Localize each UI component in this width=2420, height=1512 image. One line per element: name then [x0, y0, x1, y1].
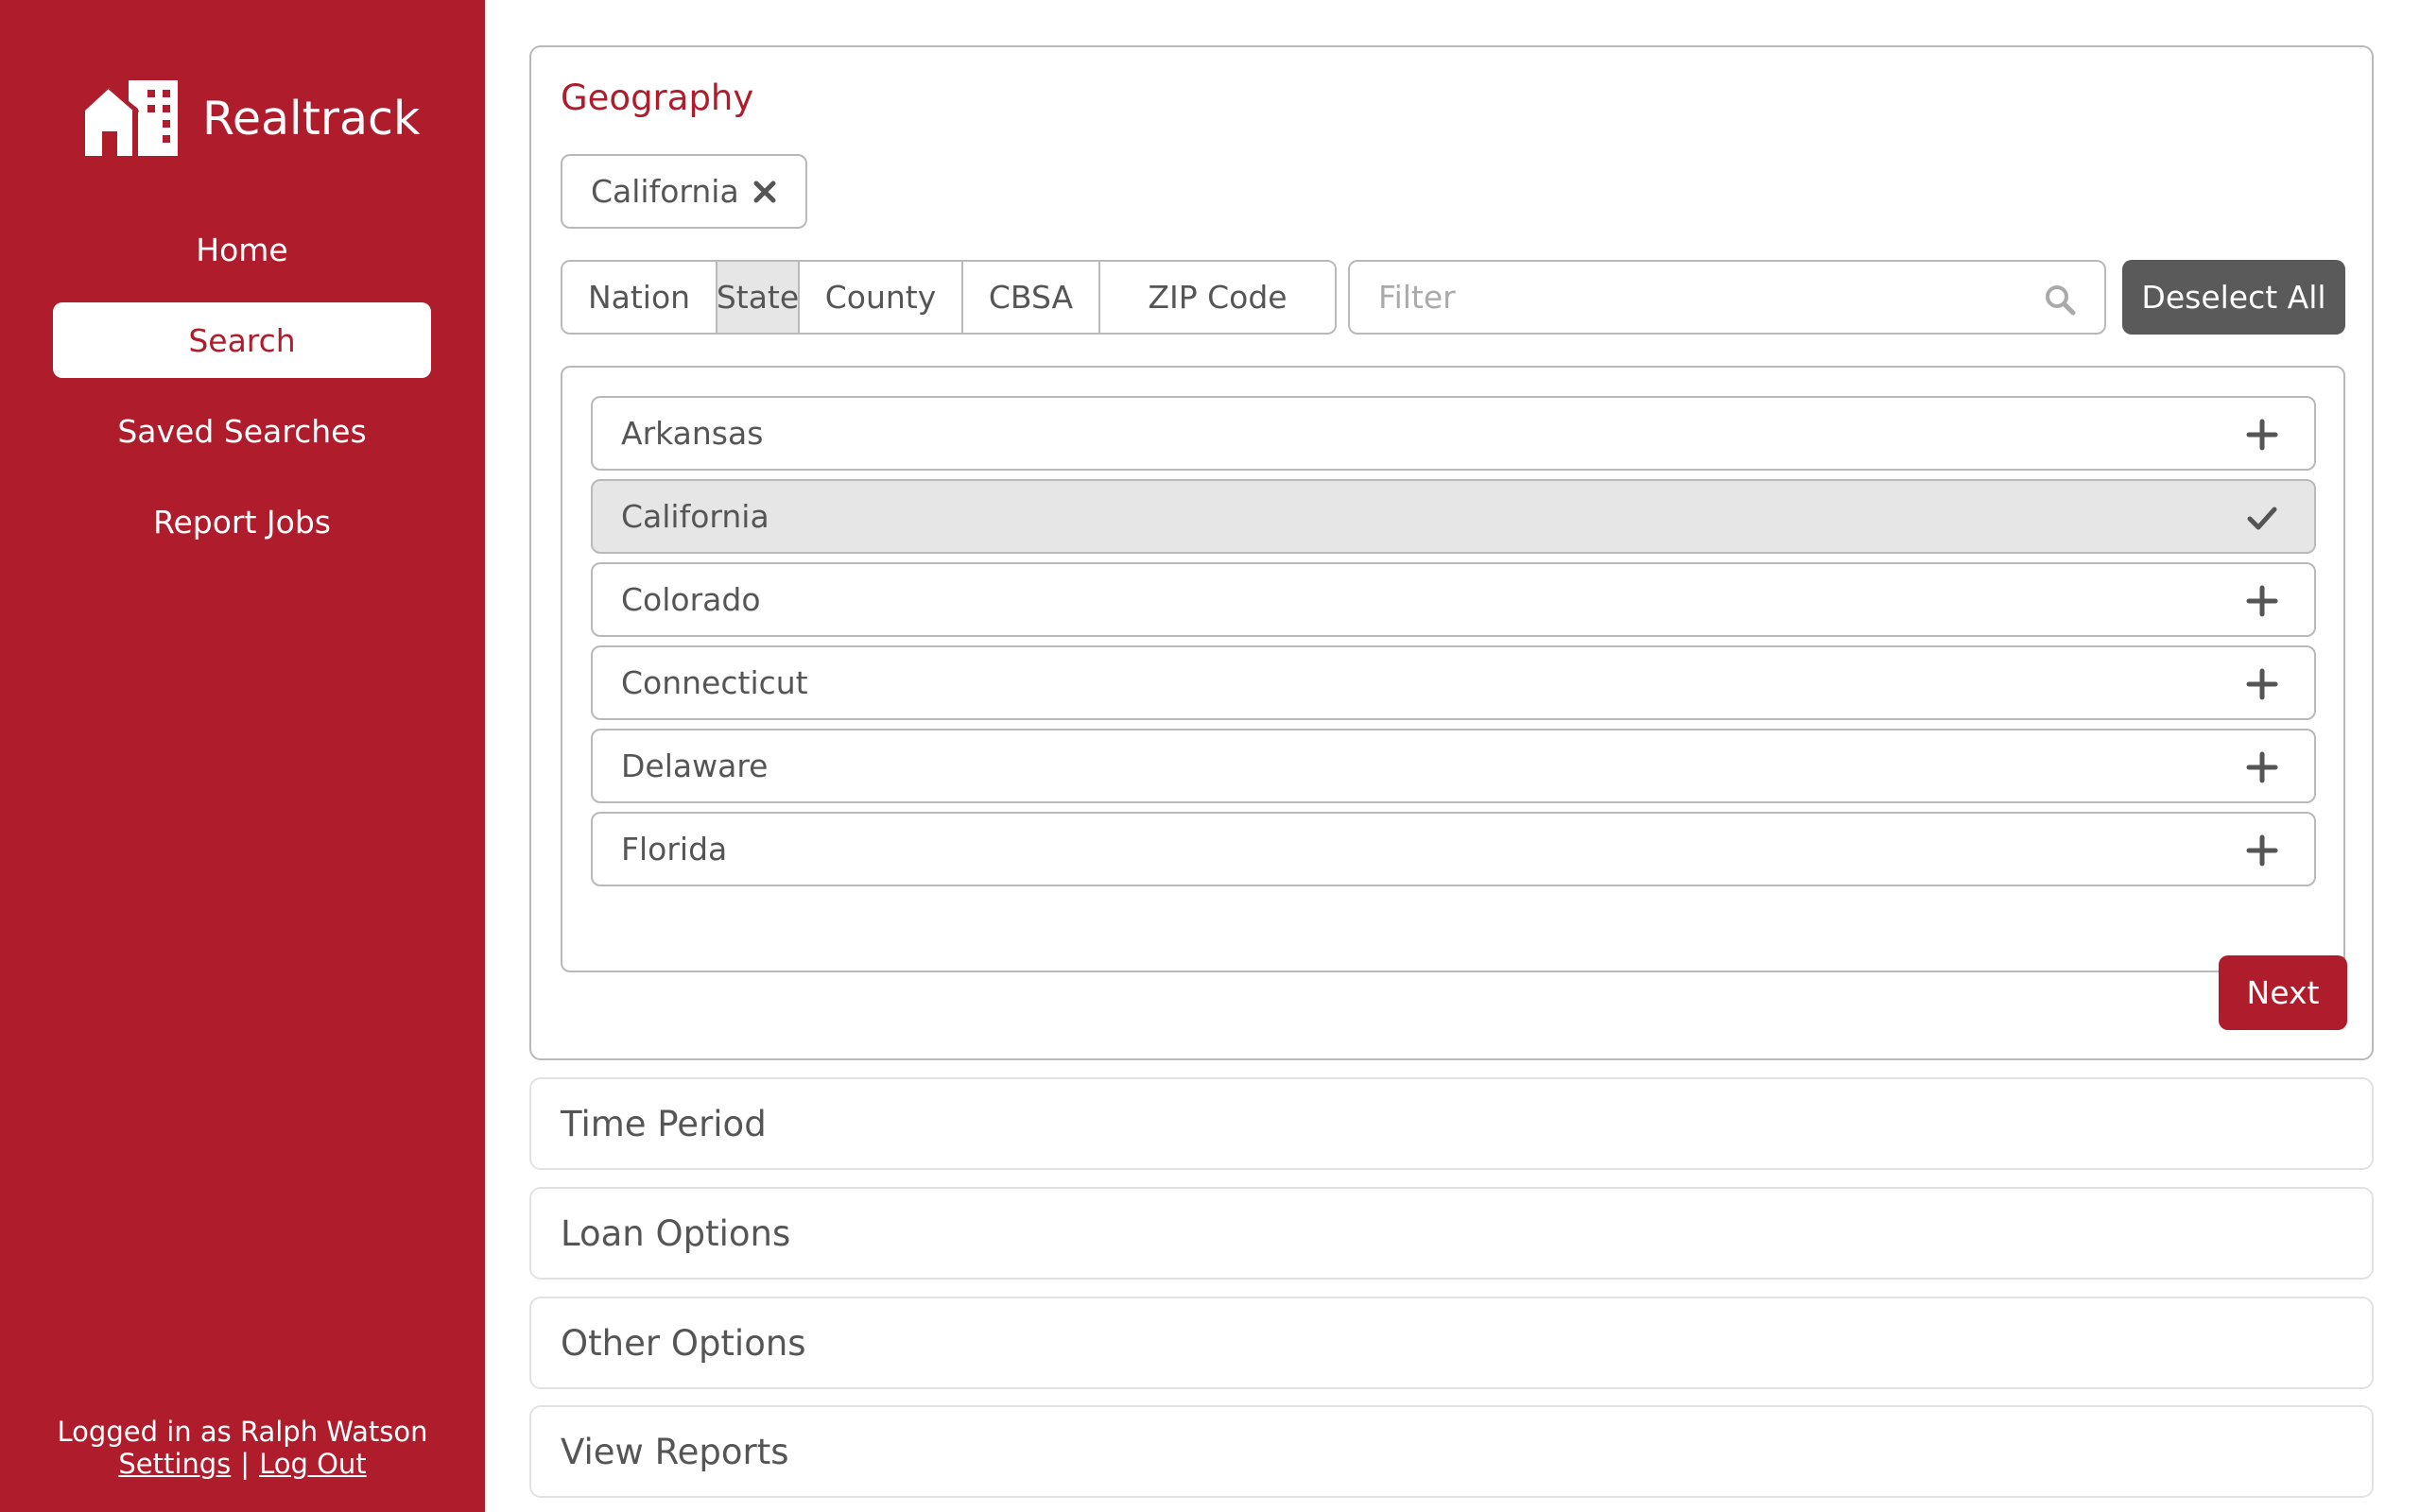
plus-icon[interactable]: [2246, 668, 2278, 700]
section-view-reports[interactable]: View Reports: [529, 1405, 2374, 1498]
list-item-label: Connecticut: [621, 664, 808, 701]
tab-state[interactable]: State: [717, 262, 800, 333]
sidebar-item-saved-searches[interactable]: Saved Searches: [53, 393, 431, 469]
tab-county[interactable]: County: [800, 262, 963, 333]
sidebar-item-report-jobs[interactable]: Report Jobs: [53, 484, 431, 559]
plus-icon[interactable]: [2246, 834, 2278, 867]
list-item-colorado[interactable]: Colorado: [591, 562, 2316, 637]
deselect-all-button[interactable]: Deselect All: [2122, 260, 2345, 335]
sidebar-item-home[interactable]: Home: [53, 212, 431, 287]
tab-nation[interactable]: Nation: [562, 262, 717, 333]
brand[interactable]: Realtrack: [85, 79, 420, 157]
selected-geography-chip: California: [561, 154, 807, 229]
list-item-label: California: [621, 498, 769, 535]
filter-field: [1348, 260, 2106, 335]
tab-zip-code[interactable]: ZIP Code: [1100, 262, 1335, 333]
sidebar-nav: Home Search Saved Searches Report Jobs: [53, 212, 431, 575]
next-button[interactable]: Next: [2219, 955, 2347, 1030]
footer-separator: |: [240, 1448, 251, 1480]
logged-in-text: Logged in as Ralph Watson: [57, 1416, 428, 1448]
list-item-label: Delaware: [621, 747, 769, 784]
sidebar-item-search[interactable]: Search: [53, 302, 431, 378]
plus-icon[interactable]: [2246, 419, 2278, 451]
geography-list: Arkansas California Colorado Connecticut…: [561, 366, 2345, 972]
list-item-delaware[interactable]: Delaware: [591, 729, 2316, 803]
close-icon[interactable]: [751, 178, 779, 206]
geography-panel: Geography California Nation State County…: [529, 45, 2374, 1060]
list-item-label: Colorado: [621, 581, 761, 618]
list-item-california[interactable]: California: [591, 479, 2316, 554]
list-item-label: Arkansas: [621, 415, 764, 452]
tab-cbsa[interactable]: CBSA: [963, 262, 1100, 333]
list-item-arkansas[interactable]: Arkansas: [591, 396, 2316, 471]
chip-label: California: [591, 173, 739, 210]
section-time-period[interactable]: Time Period: [529, 1077, 2374, 1170]
sidebar: Realtrack Home Search Saved Searches Rep…: [0, 0, 485, 1512]
plus-icon[interactable]: [2246, 585, 2278, 617]
filter-input[interactable]: [1350, 262, 2104, 333]
settings-link[interactable]: Settings: [118, 1448, 231, 1480]
list-item-connecticut[interactable]: Connecticut: [591, 645, 2316, 720]
realtrack-logo-icon: [85, 80, 178, 156]
logout-link[interactable]: Log Out: [259, 1448, 367, 1480]
check-icon[interactable]: [2246, 502, 2278, 534]
geography-level-tabs: Nation State County CBSA ZIP Code: [561, 260, 1337, 335]
section-loan-options[interactable]: Loan Options: [529, 1187, 2374, 1280]
search-icon[interactable]: [2044, 284, 2076, 316]
geography-title[interactable]: Geography: [561, 77, 753, 118]
list-item-florida[interactable]: Florida: [591, 812, 2316, 886]
app-name: Realtrack: [202, 91, 421, 146]
sidebar-footer: Logged in as Ralph Watson Settings | Log O…: [0, 1416, 485, 1480]
plus-icon[interactable]: [2246, 751, 2278, 783]
section-other-options[interactable]: Other Options: [529, 1297, 2374, 1389]
list-item-label: Florida: [621, 831, 728, 868]
